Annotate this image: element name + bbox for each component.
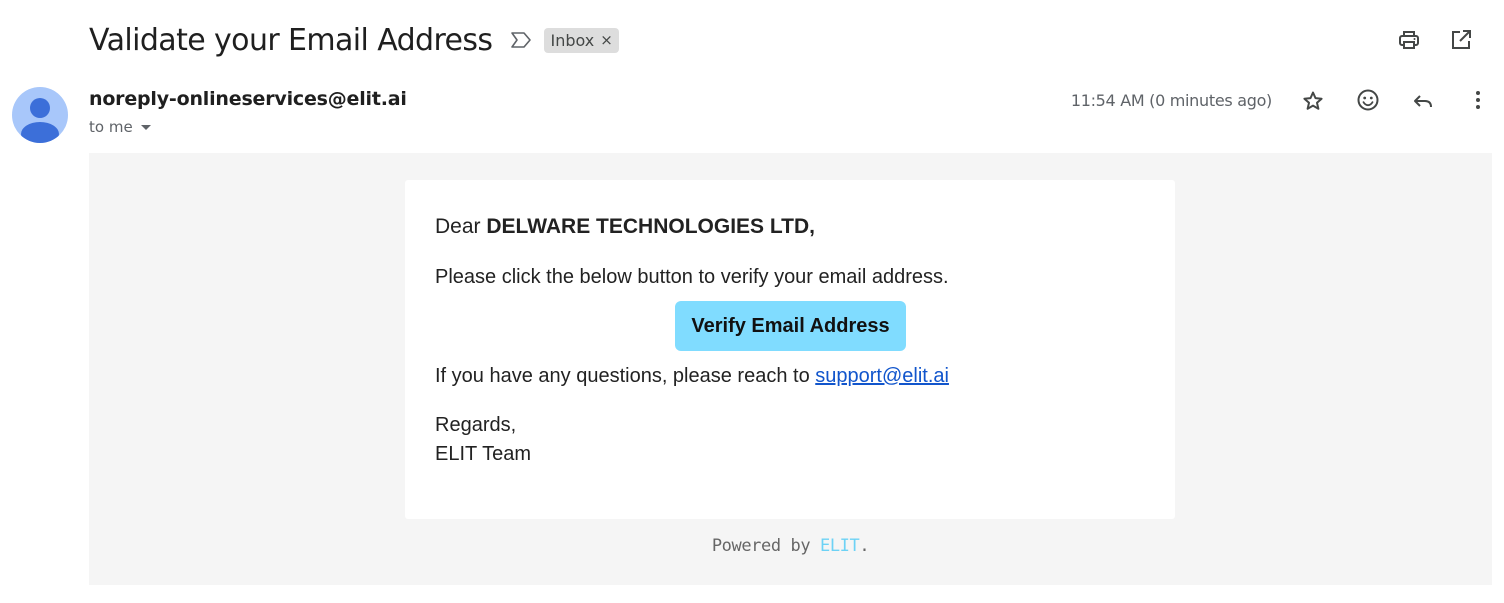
sender-avatar[interactable] bbox=[12, 87, 68, 143]
support-email-link[interactable]: support@elit.ai bbox=[815, 365, 949, 387]
reply-icon[interactable] bbox=[1411, 89, 1435, 113]
regards-text: Regards, bbox=[435, 414, 517, 436]
greeting-prefix: Dear bbox=[435, 215, 487, 238]
importance-marker-icon[interactable] bbox=[510, 29, 532, 51]
verify-email-button[interactable]: Verify Email Address bbox=[675, 301, 906, 351]
email-timestamp: 11:54 AM (0 minutes ago) bbox=[1070, 91, 1272, 110]
print-icon[interactable] bbox=[1397, 28, 1421, 52]
open-in-new-window-icon[interactable] bbox=[1449, 28, 1473, 52]
greeting: Dear DELWARE TECHNOLOGIES LTD, bbox=[435, 215, 815, 239]
emoji-reaction-icon[interactable] bbox=[1356, 88, 1380, 112]
email-subject: Validate your Email Address bbox=[89, 22, 493, 58]
subject-row: Validate your Email Address Inbox × bbox=[89, 18, 619, 62]
to-me-label: to me bbox=[89, 118, 133, 136]
questions-line: If you have any questions, please reach … bbox=[435, 365, 949, 388]
elit-brand-link[interactable]: ELIT bbox=[820, 536, 860, 556]
show-details-chevron-down-icon[interactable] bbox=[140, 124, 151, 130]
footer-period: . bbox=[859, 536, 870, 556]
verification-instruction: Please click the below button to verify … bbox=[435, 266, 949, 288]
recipient-company-name: DELWARE TECHNOLOGIES LTD, bbox=[486, 215, 815, 238]
more-vertical-icon[interactable] bbox=[1466, 88, 1490, 112]
signature-team: ELIT Team bbox=[435, 443, 531, 465]
questions-prefix: If you have any questions, please reach … bbox=[435, 365, 816, 387]
star-icon[interactable] bbox=[1301, 89, 1325, 113]
remove-label-button[interactable]: × bbox=[600, 31, 613, 49]
inbox-label-text: Inbox bbox=[550, 30, 595, 50]
inbox-label-chip[interactable]: Inbox × bbox=[544, 27, 619, 53]
default-avatar-icon bbox=[21, 98, 59, 143]
top-toolbar bbox=[1394, 27, 1504, 53]
sender-address[interactable]: noreply-onlineservices@elit.ai bbox=[89, 88, 407, 110]
powered-by-prefix: Powered by bbox=[711, 536, 820, 556]
email-content-card: Dear DELWARE TECHNOLOGIES LTD, Please cl… bbox=[405, 180, 1175, 519]
powered-by-footer: Powered by ELIT. bbox=[89, 536, 1492, 556]
recipient-line: to me bbox=[89, 118, 151, 136]
